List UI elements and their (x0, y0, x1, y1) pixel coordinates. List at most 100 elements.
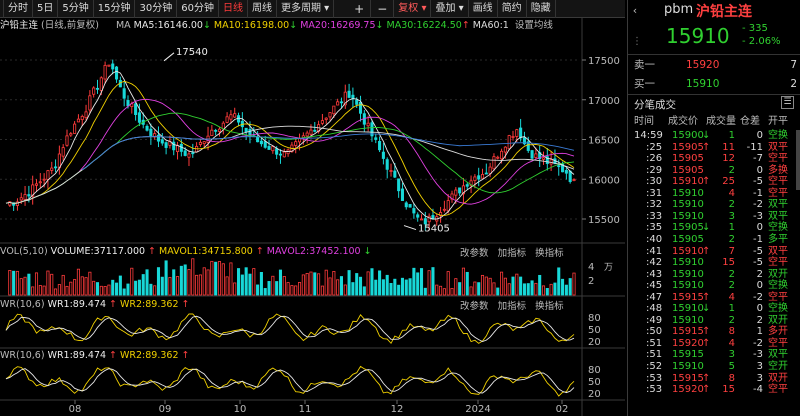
volume-bar (416, 272, 420, 296)
change-params-button[interactable]: 改参数 (460, 301, 489, 312)
volume-bar (229, 262, 233, 296)
tick-k: 多平 (768, 233, 788, 245)
period-tab-3[interactable]: 15分钟 (94, 0, 136, 18)
candle (332, 105, 336, 115)
volume-bar (27, 273, 31, 296)
volume-bar (446, 271, 450, 296)
wr2-line (5, 313, 575, 345)
volume-bar (130, 267, 134, 296)
tool-button-0[interactable]: + (348, 0, 372, 18)
tool-button-5[interactable]: 简约 (498, 0, 527, 18)
wr1-legend: WR(10,6) WR1:89.474 ↑ WR2:89.362 ↑ (0, 298, 192, 312)
tick-d: 0 (756, 130, 763, 141)
volume-bar (244, 267, 248, 296)
volume-bar (61, 274, 65, 296)
candle (400, 188, 404, 201)
period-tab-5[interactable]: 60分钟 (177, 0, 219, 18)
tick-t: :53 (646, 372, 663, 384)
volume-bar (423, 287, 427, 296)
period-tab-0[interactable]: 分时 (4, 0, 33, 18)
candle (160, 139, 164, 144)
tick-scrollbar[interactable] (796, 130, 800, 190)
tick-row: 14:59 15900 ↓ 1 0 空换 (628, 130, 800, 142)
wr2-value: WR2:89.362 (120, 299, 179, 310)
volume-bar (210, 260, 214, 296)
swap-indicator-button[interactable]: 换指标 (535, 301, 564, 312)
tick-p: 15910 (672, 361, 704, 372)
add-indicator-button[interactable]: 加指标 (498, 248, 527, 259)
candle (214, 129, 218, 132)
tick-t: :48 (646, 303, 663, 315)
ma-label: MA (115, 20, 131, 31)
last-price: 15910 (666, 24, 730, 48)
candle (496, 156, 500, 159)
tick-d: 0 (756, 303, 763, 315)
swap-indicator-button[interactable]: 换指标 (535, 248, 564, 259)
candle (275, 148, 279, 155)
period-tab-7[interactable]: 周线 (248, 0, 277, 18)
volume-bar (473, 281, 477, 296)
tool-button-4[interactable]: 画线 (469, 0, 498, 18)
add-indicator-button[interactable]: 加指标 (498, 301, 527, 312)
quote-code: pbm (664, 2, 694, 17)
tick-v: 15 (722, 257, 735, 269)
candle (534, 153, 538, 158)
tick-t: :30 (646, 176, 663, 188)
volume-bar (297, 282, 302, 296)
volume-bar (73, 279, 77, 296)
tool-button-6[interactable]: 隐藏 (527, 0, 556, 18)
volume-unit: 万 (604, 263, 613, 273)
volume-bar (427, 270, 431, 296)
period-tab-1[interactable]: 5日 (33, 0, 59, 18)
volume-bar (88, 271, 92, 296)
tick-a: ↑ (702, 291, 711, 303)
candle (564, 170, 568, 174)
x-tick-label: 2024 (465, 404, 490, 415)
volume-bar (172, 269, 176, 296)
change-params-button[interactable]: 改参数 (460, 248, 489, 259)
volume-bar (12, 270, 16, 296)
volume-bar (397, 284, 401, 296)
tick-k: 空平 (768, 257, 788, 269)
candle (172, 141, 176, 151)
tick-v: 2 (728, 314, 735, 326)
candle (92, 87, 96, 95)
volume-bar (378, 270, 382, 296)
candle (46, 170, 50, 180)
candle (568, 170, 572, 182)
volume-bar (46, 270, 50, 296)
tick-p: 15910 (672, 210, 704, 222)
tool-button-2[interactable]: 复权 ▾ (394, 0, 432, 18)
candle (76, 118, 80, 123)
volume-bar (538, 274, 542, 296)
tick-v: 8 (728, 326, 735, 338)
menu-icon[interactable]: ☰ (781, 96, 794, 109)
volume-bar (568, 278, 572, 296)
wr-tick-label: 50 (588, 325, 601, 336)
high-price-pointer (163, 52, 175, 62)
period-tab-6[interactable]: 日线 (219, 0, 248, 18)
tick-t: :35 (646, 222, 663, 234)
tool-button-3[interactable]: 叠加 ▾ (431, 0, 469, 18)
tick-v: 3 (728, 210, 735, 222)
ma-settings-link[interactable]: 设置均线 (515, 20, 553, 31)
wr2-value: WR2:89.362 (120, 350, 179, 361)
period-tab-2[interactable]: 5分钟 (58, 0, 94, 18)
volume-bar (156, 267, 161, 296)
price-tick-label: 15500 (588, 215, 620, 226)
tick-t: :26 (646, 153, 663, 165)
volume-bar (431, 267, 435, 296)
volume-bar (477, 282, 481, 296)
volume-bar (370, 268, 374, 296)
volume-bar (84, 277, 88, 296)
sidebar-expand-icon[interactable]: ‹ (628, 0, 642, 22)
tool-button-1[interactable]: − (371, 0, 395, 18)
candle (397, 178, 401, 192)
candle (339, 101, 343, 104)
tick-row: :41 15910 ↑ 7 -5 双平 (628, 246, 800, 258)
grip-icon: ⋮ (632, 36, 642, 47)
period-tab-4[interactable]: 30分钟 (135, 0, 178, 18)
volume-bar (122, 288, 126, 296)
period-tab-8[interactable]: 更多周期 ▾ (277, 0, 335, 18)
price-tick-label: 16000 (588, 175, 620, 186)
